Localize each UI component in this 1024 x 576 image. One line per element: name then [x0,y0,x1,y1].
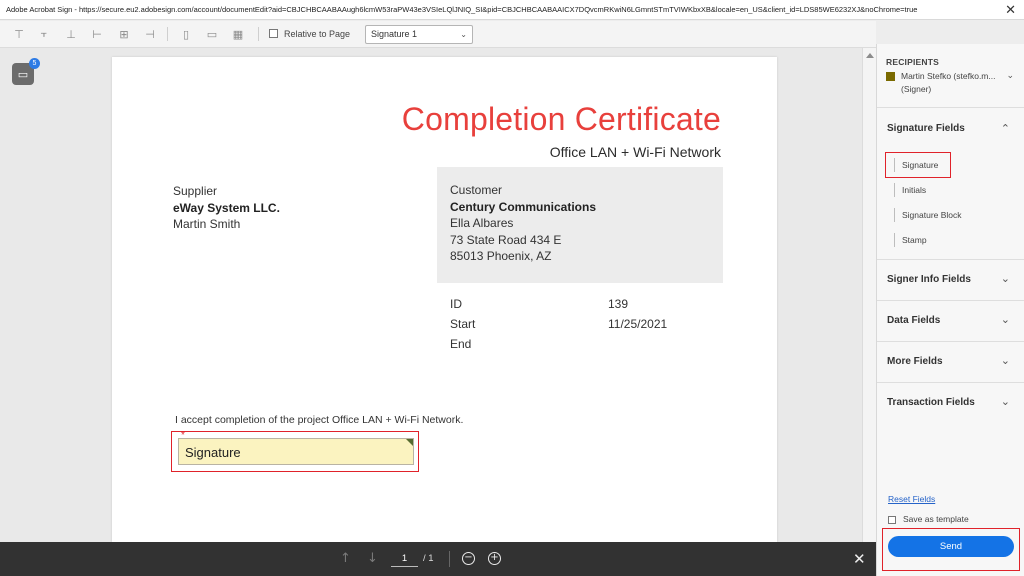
chevron-down-icon[interactable]: ⌄ [1001,313,1010,326]
page-number-input[interactable]: 1 [391,551,418,567]
fields-panel: RECIPIENTS Martin Stefko (stefko.m... (S… [876,44,1024,576]
send-button-highlight: Send [882,528,1020,571]
transaction-fields-title: Transaction Fields [887,397,975,408]
close-icon[interactable]: ✕ [853,550,866,568]
save-template-checkbox[interactable] [888,516,896,524]
start-value: 11/25/2021 [608,317,668,331]
page-navigation-bar: ↑ ↓ 1 / 1 − + ✕ [0,542,876,576]
relative-to-page-checkbox[interactable] [269,29,278,38]
chevron-down-icon[interactable]: ⌄ [1001,272,1010,285]
chevron-up-icon[interactable]: ⌃ [1001,122,1010,135]
bottombar-divider [449,551,450,567]
customer-address-line1: 73 State Road 434 E [450,232,562,247]
field-item-initials[interactable]: Initials [894,183,926,197]
customer-person: Ella Albares [450,216,514,230]
id-label: ID [450,297,462,311]
align-bottom-icon[interactable]: ⊥ [64,27,78,41]
supplier-person: Martin Smith [173,217,241,231]
recipient-selector[interactable]: Martin Stefko (stefko.m... (Signer) [901,70,995,96]
supplier-block: Supplier eWay System LLC. Martin Smith [173,183,280,233]
customer-company: Century Communications [450,199,597,214]
field-item-signature-block[interactable]: Signature Block [894,208,962,222]
chevron-down-icon: ⌄ [460,30,467,39]
distribute-horizontal-icon[interactable]: ▯ [179,27,193,41]
customer-label: Customer [450,183,503,197]
signature-field[interactable]: * Signature [178,431,414,465]
start-label: Start [450,317,476,331]
signature-field-highlight: * Signature [171,431,419,472]
acceptance-statement: I accept completion of the project Offic… [175,414,464,426]
zoom-in-icon[interactable]: + [488,552,501,565]
more-fields-section[interactable]: More Fields ⌄ [877,341,1024,382]
more-fields-title: More Fields [887,356,943,367]
data-fields-section[interactable]: Data Fields ⌄ [877,300,1024,341]
toolbar-divider [258,27,259,41]
recipient-name: Martin Stefko (stefko.m... [901,71,996,81]
recipient-color-swatch [886,72,895,81]
data-fields-title: Data Fields [887,315,941,326]
window-title: Adobe Acrobat Sign - https://secure.eu2.… [6,5,918,14]
signature-field-label: Signature [185,445,241,460]
relative-to-page-label: Relative to Page [284,29,351,39]
field-item-signature[interactable]: Signature [894,158,938,172]
distribute-vertical-icon[interactable]: ▭ [205,27,219,41]
signer-info-fields-section[interactable]: Signer Info Fields ⌄ [877,259,1024,300]
required-marker: * [181,430,185,441]
certificate-subtitle: Office LAN + Wi-Fi Network [549,144,721,160]
recipient-role: (Signer) [901,84,932,94]
reset-fields-link[interactable]: Reset Fields [888,494,935,504]
chevron-down-icon[interactable]: ⌄ [1001,354,1010,367]
window-close-icon[interactable]: ✕ [1005,0,1016,19]
align-top-icon[interactable]: ⊤ [12,27,26,41]
align-middle-icon[interactable]: ⫟ [37,27,51,41]
field-item-stamp[interactable]: Stamp [894,233,927,247]
window-titlebar: Adobe Acrobat Sign - https://secure.eu2.… [0,0,1024,20]
end-label: End [450,337,472,351]
field-corner-marker [406,439,413,446]
field-select-value: Signature 1 [371,29,418,39]
supplier-company: eWay System LLC. [173,200,280,215]
scroll-up-arrow-icon[interactable] [866,53,874,58]
align-center-icon[interactable]: ⊞ [117,27,131,41]
signer-info-fields-title: Signer Info Fields [887,274,971,285]
next-page-icon[interactable]: ↓ [367,552,378,566]
recipients-heading: RECIPIENTS [886,57,940,67]
toolbar-divider [167,27,168,41]
align-right-icon[interactable]: ⊣ [143,27,157,41]
previous-page-icon[interactable]: ↑ [340,552,351,566]
acrobat-sign-window: Adobe Acrobat Sign - https://secure.eu2.… [0,0,1024,576]
send-button[interactable]: Send [888,536,1014,557]
field-select-dropdown[interactable]: Signature 1 ⌄ [365,25,473,44]
zoom-out-icon[interactable]: − [462,552,475,565]
customer-block: Customer Century Communications Ella Alb… [437,167,723,283]
supplier-label: Supplier [173,184,218,198]
signature-fields-title: Signature Fields [887,123,965,134]
customer-address-line2: 85013 Phoenix, AZ [450,249,552,263]
chevron-down-icon[interactable]: ⌄ [1006,71,1014,81]
chevron-down-icon[interactable]: ⌄ [1001,395,1010,408]
certificate-title: Completion Certificate [401,101,721,137]
page-total: / 1 [423,553,434,564]
signature-fields-section[interactable]: Signature Fields ⌃ [877,107,1024,147]
id-value: 139 [608,297,629,311]
transaction-fields-section[interactable]: Transaction Fields ⌄ [877,382,1024,423]
document-page: Completion Certificate Office LAN + Wi-F… [112,57,777,542]
comment-count-badge: 5 [29,58,40,69]
document-scrollbar[interactable] [862,48,876,542]
align-left-icon[interactable]: ⊢ [90,27,104,41]
grid-icon[interactable]: ▦ [231,27,245,41]
save-template-label: Save as template [903,514,969,524]
